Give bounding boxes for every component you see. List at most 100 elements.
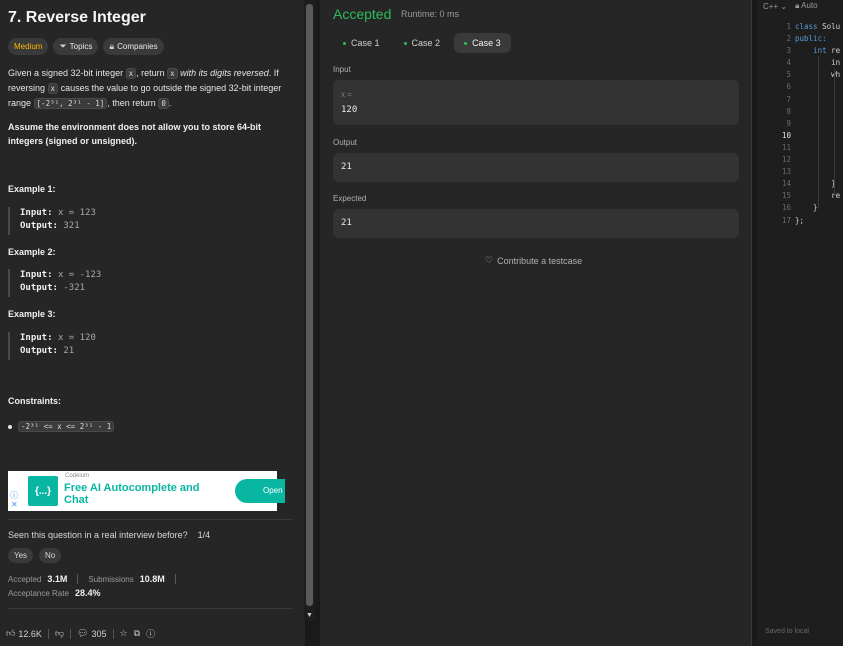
description-scroll-area[interactable]: 7. Reverse Integer Medium ⏷ Topics 🔒︎ Co…	[0, 0, 300, 618]
separator	[47, 628, 49, 639]
tag-icon: ⏷	[59, 41, 67, 51]
interview-text: Seen this question in a real interview b…	[8, 530, 188, 540]
problem-description: Given a signed 32-bit integer x, return …	[8, 66, 298, 111]
example-title: Example 3:	[8, 309, 56, 319]
output-value: -321	[63, 283, 86, 293]
tab-case-3[interactable]: Case 3	[454, 33, 511, 53]
separator	[174, 574, 176, 584]
line-number: 12	[781, 155, 791, 165]
ad-headline[interactable]: Free AI Autocomplete and Chat	[64, 482, 224, 506]
expected-box: 21	[333, 209, 739, 238]
tab-case-1[interactable]: Case 1	[333, 33, 390, 53]
auto-mode[interactable]: 🔒︎ Auto	[795, 1, 818, 11]
line-number: 1	[786, 22, 791, 31]
line-number: 4	[786, 58, 791, 68]
help-icon[interactable]: ⓘ	[146, 627, 155, 640]
no-button[interactable]: No	[39, 548, 62, 563]
comments-button[interactable]: 💬︎ 305	[77, 628, 106, 639]
output-value: 21	[63, 346, 75, 356]
output-value: 21	[341, 162, 352, 172]
contribute-label: Contribute a testcase	[497, 255, 583, 266]
separator	[112, 628, 114, 639]
example-block: Input: x = 120 Output: 21	[8, 332, 288, 360]
thumbs-down-icon[interactable]: 👎︎	[55, 628, 64, 639]
line-number: 11	[781, 142, 791, 152]
separator	[77, 574, 79, 584]
line-numbers: 1 2 3 4 5 6 7 8 9 10 11 12 13 14 15 16 17	[767, 21, 791, 227]
input-box: x = 120	[333, 80, 739, 125]
code-line: public:	[795, 34, 827, 44]
ad-brand: Codeium	[65, 473, 90, 479]
accepted-label: Accepted	[8, 574, 42, 584]
variable-name: x =	[341, 90, 352, 99]
desc-emphasis: with its digits reversed	[180, 68, 269, 78]
output-label: Output:	[20, 346, 58, 356]
line-number: 9	[786, 118, 791, 128]
companies-label: Companies	[117, 42, 158, 51]
acceptance-row: Acceptance Rate 28.4%	[8, 588, 110, 598]
line-number: 8	[786, 106, 791, 116]
companies-tag[interactable]: 🔒︎ Companies	[103, 38, 164, 55]
line-number: 13	[781, 167, 791, 177]
advertisement[interactable]: ⓘ ✕ {...} Codeium Free AI Autocomplete a…	[8, 471, 285, 511]
mode-label: Auto	[801, 1, 818, 10]
language-label: C++	[763, 1, 779, 11]
code-line: };	[795, 215, 805, 225]
share-icon[interactable]: ⧉	[134, 628, 140, 639]
input-value: x = -123	[57, 270, 102, 280]
description-scrollbar[interactable]: ▼	[304, 0, 315, 621]
scroll-down-arrow[interactable]: ▼	[306, 612, 313, 619]
case-label: Case 3	[472, 38, 501, 48]
acceptance-rate-label: Acceptance Rate	[8, 588, 69, 598]
indent-guide	[818, 56, 819, 208]
constraints-title: Constraints:	[8, 396, 62, 406]
yes-button[interactable]: Yes	[8, 548, 34, 563]
code-chip: x	[167, 68, 178, 79]
submissions-value: 10.8M	[139, 574, 165, 584]
input-label: Input:	[20, 208, 53, 218]
saved-status: Saved to local	[765, 628, 809, 635]
runtime-text: Runtime: 0 ms	[401, 9, 460, 19]
code-line: class Solu	[795, 22, 841, 31]
storage-note: Assume the environment does not allow yo…	[8, 122, 262, 146]
acceptance-rate-value: 28.4%	[74, 588, 101, 598]
code-chip: 0	[158, 98, 169, 109]
line-number: 14	[781, 179, 791, 189]
divider	[8, 519, 293, 520]
topics-label: Topics	[69, 42, 93, 51]
bullet	[8, 424, 12, 429]
divider	[8, 608, 293, 609]
comments-count: 305	[91, 628, 107, 639]
output-box: 21	[333, 153, 739, 182]
likes-count: 12.6K	[18, 628, 42, 639]
separator	[70, 628, 72, 639]
result-status: Accepted	[333, 6, 392, 22]
tab-case-2[interactable]: Case 2	[394, 33, 451, 53]
input-label: Input:	[20, 270, 53, 280]
like-button[interactable]: 👍︎ 12.6K	[6, 628, 42, 639]
code-editor-panel: C++ ⌄ 🔒︎ Auto 1 2 3 4 5 6 7 8 9 10 11 12 13 14 15 16 17 …	[757, 0, 843, 646]
ad-open-button[interactable]: Open	[235, 479, 285, 503]
problem-title: 7. Reverse Integer	[8, 9, 146, 26]
close-icon[interactable]: ✕	[11, 500, 18, 509]
contribute-testcase-link[interactable]: ♡ Contribute a testcase	[485, 255, 582, 266]
line-number: 16	[781, 203, 791, 213]
case-label: Case 2	[411, 38, 441, 48]
code-chip: x	[47, 83, 59, 94]
star-icon[interactable]: ☆	[120, 628, 128, 639]
language-select[interactable]: C++ ⌄	[763, 2, 787, 11]
scrollbar-thumb[interactable]	[306, 4, 313, 606]
output-label: Output	[333, 138, 358, 147]
input-value: 120	[341, 105, 358, 115]
output-label: Output:	[20, 283, 58, 293]
input-value: x = 120	[57, 333, 96, 343]
case-label: Case 1	[351, 38, 380, 48]
example-title: Example 1:	[8, 184, 56, 194]
constraint-chip: -2³¹ <= x <= 2³¹ - 1	[18, 421, 115, 432]
topics-tag[interactable]: ⏷ Topics	[53, 38, 99, 55]
desc-text: Given a signed 32-bit integer	[8, 68, 124, 78]
desc-text: , then return	[107, 98, 156, 108]
interview-question: Seen this question in a real interview b…	[8, 530, 210, 540]
difficulty-badge[interactable]: Medium	[8, 38, 49, 55]
expected-value: 21	[341, 218, 352, 228]
